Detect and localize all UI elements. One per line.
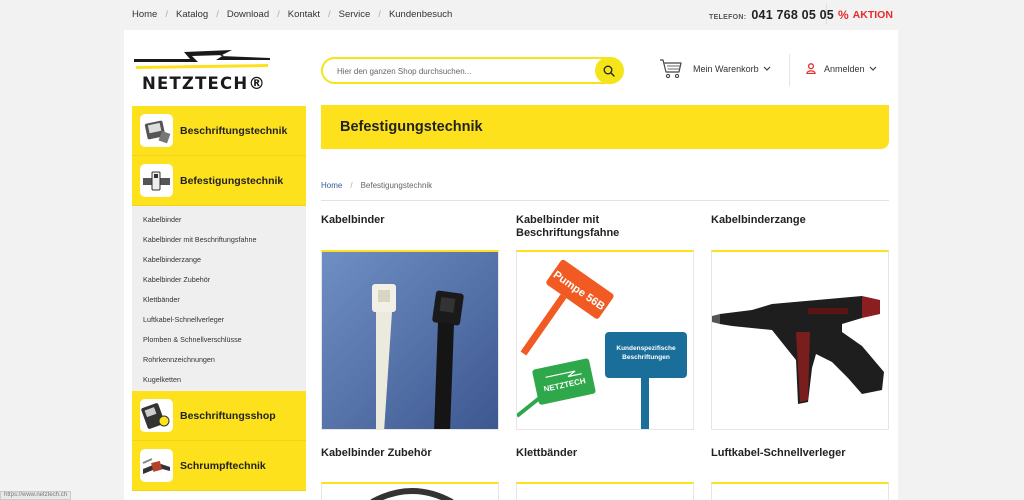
sidebar-subcategory-list: Kabelbinder Kabelbinder mit Beschriftung… — [132, 206, 306, 392]
percent-icon: % — [838, 8, 849, 22]
search-input[interactable] — [337, 63, 587, 79]
topnav-service-link[interactable]: Service — [339, 9, 371, 20]
logo-wordmark: NETZTECH® — [142, 74, 267, 93]
sidebar-item-klettbaender[interactable]: Klettbänder — [132, 290, 306, 310]
product-image-klettbaender[interactable] — [516, 482, 694, 500]
breadcrumb-current: Befestigungstechnik — [360, 181, 433, 190]
topnav-separator: / — [277, 9, 280, 20]
sidebar-category-label: Beschriftungsshop — [180, 409, 276, 422]
phone-label: TELEFON: — [709, 14, 747, 21]
flag-text-blue-line1: Kundenspezifische — [616, 345, 676, 352]
sidebar-item-kabelbinder-beschriftungsfahne[interactable]: Kabelbinder mit Beschriftungsfahne — [132, 230, 306, 250]
sidebar-item-rohrkennzeichnungen[interactable]: Rohrkennzeichnungen — [132, 349, 306, 369]
topnav-separator: / — [216, 9, 219, 20]
category-banner: Befestigungstechnik — [321, 105, 889, 149]
login-label: Anmelden — [824, 63, 865, 74]
lightning-swoosh-icon — [134, 50, 270, 69]
product-image-luftkabel[interactable] — [711, 482, 889, 500]
netztech-logo[interactable]: NETZTECH® — [132, 46, 272, 93]
sidebar-category-label: Befestigungstechnik — [180, 174, 284, 187]
topnav-kundenbesuch-link[interactable]: Kundenbesuch — [389, 9, 452, 20]
sidebar-category-schrumpftechnik[interactable]: Schrumpftechnik — [132, 441, 306, 492]
category-sidebar: Beschriftungstechnik Befestigungstechnik… — [132, 106, 306, 500]
product-title-kabelbinderzange[interactable]: Kabelbinderzange — [711, 214, 889, 227]
product-image-zubehoer[interactable] — [321, 482, 499, 500]
phone-contact[interactable]: TELEFON: 041 768 05 05 — [709, 8, 834, 22]
breadcrumb-separator: / — [350, 181, 353, 190]
sidebar-category-label: Schrumpftechnik — [180, 459, 266, 472]
sidebar-item-kugelketten[interactable]: Kugelketten — [132, 369, 306, 389]
aktion-link[interactable]: % AKTION — [838, 8, 893, 22]
sidebar-category-beschriftungsshop[interactable]: Beschriftungsshop — [132, 391, 306, 442]
cable-ties-photo[interactable] — [321, 250, 499, 430]
top-navigation: Home / Katalog / Download / Kontakt / Se… — [132, 9, 452, 20]
sidebar-category-beschriftungstechnik[interactable]: Beschriftungstechnik — [132, 106, 306, 156]
sidebar-category-label: Beschriftungstechnik — [180, 124, 288, 137]
topnav-separator: / — [327, 9, 331, 20]
sidebar-item-kabelbinder[interactable]: Kabelbinder — [132, 210, 306, 230]
product-title-kabelbinder[interactable]: Kabelbinder — [321, 214, 499, 227]
page-title: Befestigungstechnik — [340, 119, 483, 135]
shopping-cart-icon — [660, 59, 682, 79]
topnav-separator: / — [165, 9, 168, 20]
topnav-home-link[interactable]: Home — [132, 9, 157, 20]
label-tag-icon — [140, 114, 173, 147]
search-box — [321, 57, 624, 84]
cable-tie-icon — [140, 164, 173, 197]
sidebar-category-befestigungstechnik[interactable]: Befestigungstechnik — [132, 156, 306, 206]
topnav-katalog-link[interactable]: Katalog — [176, 9, 208, 20]
login-button[interactable]: Anmelden — [806, 63, 877, 74]
cart-label: Mein Warenkorb — [693, 64, 759, 74]
flag-text-blue-line2: Beschriftungen — [622, 354, 670, 361]
product-title-kabelbinder-zubehoer[interactable]: Kabelbinder Zubehör — [321, 447, 499, 460]
topbar-divider — [826, 4, 827, 24]
product-title-luftkabel[interactable]: Luftkabel-Schnellverleger — [711, 447, 889, 460]
aktion-label: AKTION — [852, 9, 893, 21]
chevron-down-icon — [869, 66, 876, 71]
top-bar: Home / Katalog / Download / Kontakt / Se… — [0, 0, 1024, 30]
user-icon — [806, 63, 816, 74]
breadcrumb-home-link[interactable]: Home — [321, 181, 342, 190]
label-printer-icon — [140, 399, 173, 433]
sidebar-item-luftkabel-schnellverleger[interactable]: Luftkabel-Schnellverleger — [132, 309, 306, 329]
header-divider — [789, 54, 790, 86]
product-title-klettbaender[interactable]: Klettbänder — [516, 447, 694, 460]
cart-button[interactable]: Mein Warenkorb — [659, 58, 771, 80]
browser-status-bar: https://www.netztech.ch — [0, 491, 72, 500]
chevron-down-icon — [763, 66, 771, 71]
breadcrumb-divider — [321, 200, 889, 201]
shrink-tube-icon — [140, 449, 173, 483]
search-icon — [603, 65, 615, 77]
search-button[interactable] — [595, 57, 623, 84]
cable-tie-flags-photo[interactable]: Pumpe 56B Kundenspezifische Beschriftung… — [516, 250, 694, 430]
sidebar-item-kabelbinderzange[interactable]: Kabelbinderzange — [132, 250, 306, 270]
cable-tie-gun-photo[interactable] — [711, 250, 889, 430]
topnav-kontakt-link[interactable]: Kontakt — [288, 9, 320, 20]
sidebar-item-plomben[interactable]: Plomben & Schnellverschlüsse — [132, 329, 306, 349]
product-title-kabelbinder-fahne[interactable]: Kabelbinder mit Beschriftungsfahne — [516, 214, 694, 240]
phone-number[interactable]: 041 768 05 05 — [751, 8, 834, 22]
sidebar-item-kabelbinder-zubehoer[interactable]: Kabelbinder Zubehör — [132, 270, 306, 290]
topnav-download-link[interactable]: Download — [227, 9, 269, 20]
topnav-separator: / — [378, 9, 381, 20]
breadcrumb: Home / Befestigungstechnik — [321, 181, 432, 190]
